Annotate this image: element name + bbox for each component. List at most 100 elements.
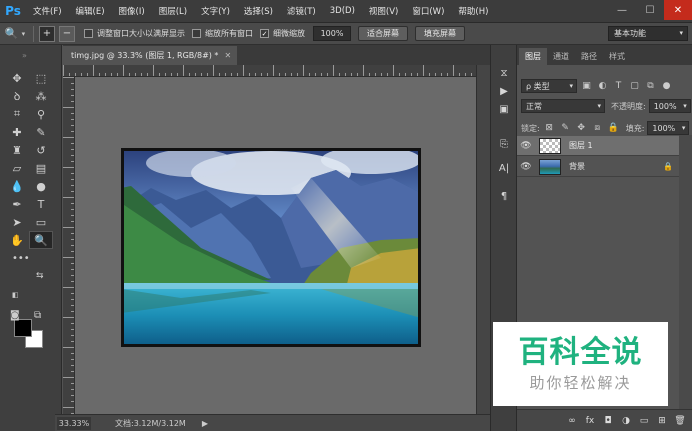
eraser-tool-icon[interactable]: ▱	[5, 159, 29, 177]
blend-mode-select[interactable]: 正常 ▾	[521, 99, 605, 113]
zoom-value-field[interactable]: 100%	[313, 26, 351, 41]
add-mask-icon[interactable]: ◘	[602, 416, 614, 426]
crop-tool-icon[interactable]: ⌗	[5, 105, 29, 123]
close-button[interactable]: ✕	[664, 0, 692, 20]
magic-wand-tool-icon[interactable]: ⁂	[29, 87, 53, 105]
quick-mask-icon[interactable]: ◙	[10, 310, 20, 321]
actions-panel-icon[interactable]: ▶	[495, 82, 513, 100]
lock-transparency-icon[interactable]: ⊠	[543, 122, 556, 135]
filter-kind-select[interactable]: ρ 类型 ▾	[521, 79, 577, 93]
hand-tool-icon[interactable]: ✋	[5, 231, 29, 249]
eyedropper-tool-icon[interactable]: ⚲	[29, 105, 53, 123]
menu-image[interactable]: 图像(I)	[112, 5, 152, 17]
zoom-tool-preset-icon[interactable]: 🔍 ▾	[0, 24, 30, 44]
lock-position-icon[interactable]: ✥	[575, 122, 588, 135]
menu-3d[interactable]: 3D(D)	[323, 6, 362, 16]
zoom-out-icon[interactable]: −	[59, 25, 75, 42]
default-colors-icon[interactable]: ◧	[12, 291, 19, 299]
menu-layer[interactable]: 图层(L)	[152, 5, 194, 17]
lock-image-icon[interactable]: ✎	[559, 122, 572, 135]
new-group-icon[interactable]: ▭	[638, 416, 650, 426]
menu-view[interactable]: 视图(V)	[362, 5, 405, 17]
zoom-all-windows-box[interactable]	[192, 29, 201, 38]
scrubby-zoom-box[interactable]: ✓	[260, 29, 269, 38]
gradient-tool-icon[interactable]: ▤	[29, 159, 53, 177]
minimize-button[interactable]: —	[608, 0, 636, 20]
filter-toggle-icon[interactable]: ●	[660, 80, 673, 93]
delete-layer-icon[interactable]: 🗑	[674, 416, 686, 426]
canvas-area[interactable]	[75, 77, 476, 414]
layer-style-icon[interactable]: fx	[584, 416, 596, 426]
path-selection-tool-icon[interactable]: ➤	[5, 213, 29, 231]
lasso-tool-icon[interactable]: ꝺ	[5, 87, 29, 105]
menu-file[interactable]: 文件(F)	[26, 5, 69, 17]
type-tool-icon[interactable]: T	[29, 195, 53, 213]
lock-all-icon[interactable]: 🔒	[607, 122, 620, 135]
fill-screen-button[interactable]: 填充屏幕	[415, 26, 465, 41]
layer-row-layer1[interactable]: 👁 图层 1	[517, 136, 679, 156]
maximize-button[interactable]: ☐	[636, 0, 664, 20]
scrubby-zoom-checkbox[interactable]: ✓ 细微缩放	[260, 28, 305, 39]
character-panel-icon[interactable]: A|	[495, 159, 513, 177]
tab-channels[interactable]: 通道	[547, 48, 575, 65]
zoom-tool-icon[interactable]: 🔍	[29, 231, 53, 249]
zoom-level[interactable]: 33.33%	[57, 416, 91, 430]
paragraph-panel-icon[interactable]: ¶	[495, 187, 513, 205]
healing-brush-tool-icon[interactable]: ✚	[5, 123, 29, 141]
more-tools-icon[interactable]: •••	[12, 253, 30, 264]
screen-mode-icon[interactable]: ⧉	[34, 310, 41, 321]
shape-tool-icon[interactable]: ▭	[29, 213, 53, 231]
menu-type[interactable]: 文字(Y)	[194, 5, 237, 17]
marquee-tool-icon[interactable]: ⬚	[29, 69, 53, 87]
opacity-field[interactable]: 100% ▾	[648, 99, 691, 113]
brush-tool-icon[interactable]: ✎	[29, 123, 53, 141]
resize-windows-checkbox[interactable]: 调整窗口大小以满屏显示	[84, 28, 185, 39]
eye-icon[interactable]: 👁	[517, 162, 535, 172]
info-panel-icon[interactable]: ▣	[495, 100, 513, 118]
canvas-scrollbar[interactable]	[476, 65, 490, 414]
tab-layers[interactable]: 图层	[519, 48, 547, 65]
menu-help[interactable]: 帮助(H)	[451, 5, 495, 17]
workspace-select[interactable]: 基本功能 ▾	[608, 26, 688, 41]
new-layer-icon[interactable]: ⊞	[656, 416, 668, 426]
layers-scrollbar[interactable]	[679, 135, 692, 415]
adjustment-layer-icon[interactable]: ◑	[620, 416, 632, 426]
clone-source-panel-icon[interactable]: ⎘	[495, 135, 513, 153]
dodge-tool-icon[interactable]: ●	[29, 177, 53, 195]
resize-windows-box[interactable]	[84, 29, 93, 38]
fill-field[interactable]: 100% ▾	[647, 121, 690, 135]
chevron-down-icon: ▾	[683, 102, 687, 110]
menu-edit[interactable]: 编辑(E)	[69, 5, 112, 17]
zoom-all-windows-checkbox[interactable]: 缩放所有窗口	[192, 28, 253, 39]
blur-tool-icon[interactable]: 💧	[5, 177, 29, 195]
tab-paths[interactable]: 路径	[575, 48, 603, 65]
fit-screen-button[interactable]: 适合屏幕	[358, 26, 408, 41]
pen-tool-icon[interactable]: ✒	[5, 195, 29, 213]
link-layers-icon[interactable]: ∞	[566, 416, 578, 426]
layer1-thumbnail	[539, 137, 561, 154]
status-menu-arrow-icon[interactable]: ▶	[202, 419, 208, 428]
close-icon[interactable]: ✕	[224, 51, 231, 60]
clone-stamp-tool-icon[interactable]: ♜	[5, 141, 29, 159]
menu-filter[interactable]: 滤镜(T)	[280, 5, 323, 17]
shape-filter-icon[interactable]: ▢	[628, 80, 641, 93]
history-brush-tool-icon[interactable]: ↺	[29, 141, 53, 159]
layer-row-background[interactable]: 👁 背景 🔒	[517, 157, 679, 177]
tab-styles[interactable]: 样式	[603, 48, 631, 65]
history-panel-icon[interactable]: ⧖	[495, 64, 513, 82]
pixel-filter-icon[interactable]: ▣	[580, 80, 593, 93]
type-filter-icon[interactable]: T	[612, 80, 625, 93]
menu-bar: Ps 文件(F) 编辑(E) 图像(I) 图层(L) 文字(Y) 选择(S) 滤…	[0, 0, 692, 23]
adjustment-filter-icon[interactable]: ◐	[596, 80, 609, 93]
menu-window[interactable]: 窗口(W)	[405, 5, 451, 17]
document-image[interactable]	[121, 146, 421, 347]
foreground-color-swatch[interactable]	[14, 319, 32, 337]
smart-object-filter-icon[interactable]: ⧉	[644, 80, 657, 93]
document-tab[interactable]: timg.jpg @ 33.3% (图层 1, RGB/8#) * ✕	[63, 46, 238, 65]
swap-colors-icon[interactable]: ⇆	[36, 271, 44, 281]
move-tool-icon[interactable]: ✥	[5, 69, 29, 87]
eye-icon[interactable]: 👁	[517, 141, 535, 151]
lock-artboard-icon[interactable]: ⧈	[591, 122, 604, 135]
zoom-in-icon[interactable]: +	[39, 25, 55, 42]
menu-select[interactable]: 选择(S)	[237, 5, 280, 17]
